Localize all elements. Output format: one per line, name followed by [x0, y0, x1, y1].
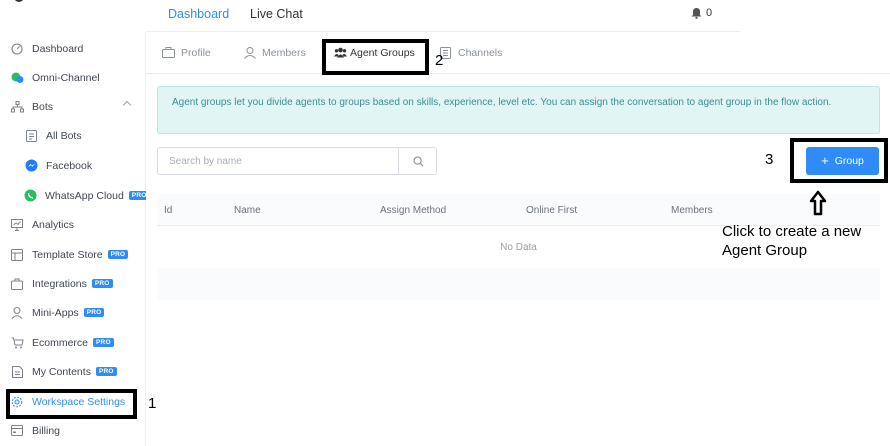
- sidebar-item-label: Bots: [32, 100, 54, 113]
- sidebar-item-omni-channel[interactable]: Omni-Channel: [0, 63, 146, 92]
- sidebar-item-bots[interactable]: Bots: [0, 92, 146, 121]
- sidebar-item-analytics[interactable]: Analytics: [0, 210, 146, 239]
- annotation-marker-3: 3: [765, 151, 774, 168]
- search-icon: [412, 155, 423, 166]
- sidebar: Dashboard Omni-Channel Bots All Bots Fac…: [0, 0, 150, 446]
- members-icon: [243, 46, 256, 59]
- column-header-members: Members: [671, 205, 713, 216]
- search-button[interactable]: [398, 148, 437, 174]
- arrow-up-icon: [809, 190, 827, 216]
- pro-badge: PRO: [93, 338, 114, 347]
- settings-tabs: Profile Members Agent Groups Channels: [146, 32, 890, 74]
- dashboard-icon: [10, 42, 24, 56]
- column-header-id: Id: [164, 205, 173, 216]
- sidebar-item-label: Integrations: [32, 277, 87, 290]
- search-input[interactable]: [158, 148, 398, 174]
- annotation-hint: Click to create a new Agent Group: [722, 222, 861, 260]
- tab-profile[interactable]: Profile: [162, 46, 211, 59]
- sidebar-item-dashboard[interactable]: Dashboard: [0, 34, 146, 63]
- chevron-up-icon[interactable]: [122, 100, 132, 110]
- sidebar-item-whatsapp-cloud[interactable]: WhatsApp Cloud PRO: [0, 181, 150, 210]
- pro-badge: PRO: [91, 279, 113, 288]
- pro-badge: PRO: [83, 308, 105, 317]
- info-alert: Agent groups let you divide agents to gr…: [157, 86, 880, 134]
- logo-area: [0, 0, 146, 32]
- annotation-box-agent-groups: [322, 39, 429, 75]
- column-header-assign-method: Assign Method: [380, 205, 447, 216]
- sidebar-item-billing[interactable]: Billing: [0, 416, 146, 445]
- integrations-icon: [10, 277, 24, 291]
- notifications-button[interactable]: 0: [691, 7, 712, 19]
- sidebar-item-ecommerce[interactable]: Ecommerce PRO: [0, 328, 146, 357]
- sidebar-item-my-contents[interactable]: My Contents PRO: [0, 357, 146, 386]
- annotation-marker-2: 2: [435, 52, 444, 69]
- pro-badge: PRO: [107, 250, 129, 259]
- bots-icon: [10, 100, 24, 114]
- tab-channels[interactable]: Channels: [439, 46, 502, 59]
- annotation-hint-line-1: Click to create a new: [722, 223, 862, 240]
- tab-members[interactable]: Members: [243, 46, 306, 59]
- sidebar-item-label: WhatsApp Cloud: [45, 189, 124, 202]
- pro-badge: PRO: [95, 367, 117, 376]
- notification-count: 0: [706, 7, 713, 19]
- column-header-online-first: Online First: [526, 205, 578, 216]
- sidebar-item-all-bots[interactable]: All Bots: [0, 121, 146, 150]
- logo: [14, 0, 24, 2]
- sidebar-item-label: Analytics: [32, 218, 75, 231]
- profile-icon: [162, 46, 175, 59]
- tab-label: Members: [262, 46, 306, 59]
- billing-icon: [10, 424, 24, 438]
- sidebar-item-integrations[interactable]: Integrations PRO: [0, 269, 146, 298]
- tab-label: Channels: [458, 46, 503, 59]
- mini-apps-icon: [10, 306, 24, 320]
- sidebar-item-mini-apps[interactable]: Mini-Apps PRO: [0, 298, 146, 327]
- template-store-icon: [10, 248, 24, 262]
- cart-icon: [10, 336, 24, 350]
- top-navigation: Dashboard Live Chat 0: [146, 0, 740, 32]
- bell-icon: [691, 8, 702, 19]
- agent-groups-panel: Agent groups let you divide agents to gr…: [146, 74, 890, 446]
- tab-label: Profile: [181, 46, 211, 59]
- sidebar-item-label: Omni-Channel: [32, 71, 100, 84]
- sidebar-item-label: Mini-Apps: [32, 306, 79, 319]
- all-bots-icon: [24, 129, 38, 143]
- sidebar-item-label: All Bots: [46, 129, 82, 142]
- sidebar-item-label: Billing: [32, 424, 61, 437]
- sidebar-item-label: Ecommerce: [32, 336, 89, 349]
- annotation-hint-line-2: Agent Group: [722, 242, 808, 259]
- search-box: [157, 147, 437, 175]
- top-nav-live-chat[interactable]: Live Chat: [250, 7, 303, 21]
- top-nav-dashboard[interactable]: Dashboard: [168, 7, 229, 21]
- contents-icon: [10, 365, 24, 379]
- sidebar-item-label: Dashboard: [32, 42, 84, 55]
- sidebar-item-facebook[interactable]: Facebook: [0, 151, 146, 180]
- annotation-box-add-group: [790, 138, 888, 183]
- analytics-icon: [10, 218, 24, 232]
- sidebar-item-label: Facebook: [46, 159, 93, 172]
- omni-channel-icon: [10, 71, 24, 85]
- sidebar-item-template-store[interactable]: Template Store PRO: [0, 240, 146, 269]
- sidebar-item-label: Template Store: [32, 248, 103, 261]
- annotation-marker-1: 1: [148, 395, 157, 412]
- messenger-icon: [24, 159, 38, 173]
- sidebar-item-label: My Contents: [32, 365, 91, 378]
- whatsapp-icon: [24, 189, 37, 203]
- annotation-box-workspace-settings: [6, 389, 137, 419]
- column-header-name: Name: [234, 205, 261, 216]
